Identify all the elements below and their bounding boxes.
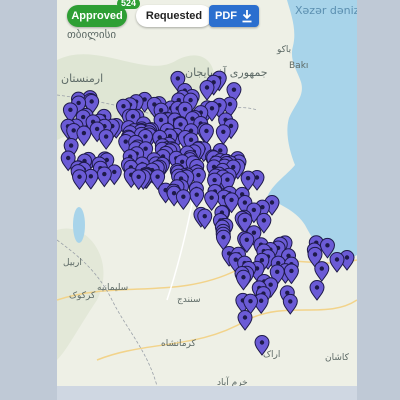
approved-label: Approved bbox=[71, 10, 123, 22]
pdf-download-button[interactable]: PDF bbox=[209, 5, 259, 27]
marker-dot bbox=[182, 106, 188, 112]
lake bbox=[73, 207, 85, 243]
phone-screen: Xəzər dənizi თბილისი ارمنستان جمهوری آذر… bbox=[57, 0, 357, 386]
marker-dot bbox=[231, 87, 237, 92]
marker-dot bbox=[269, 200, 275, 205]
marker-dot bbox=[121, 104, 126, 109]
marker-dot bbox=[288, 299, 293, 304]
marker-dot bbox=[334, 257, 340, 262]
sea-label: Xəzər dənizi bbox=[295, 4, 357, 17]
marker-dot bbox=[181, 194, 186, 199]
marker-dot bbox=[178, 122, 183, 127]
marker-dot bbox=[77, 174, 82, 179]
marker-dot bbox=[258, 298, 264, 303]
marker-dot bbox=[171, 190, 177, 196]
marker-dot bbox=[143, 146, 148, 151]
marker-dot bbox=[225, 177, 230, 182]
marker-dot bbox=[259, 340, 265, 345]
city-label-kashan: کاشان bbox=[325, 353, 350, 363]
marker-dot bbox=[68, 143, 74, 148]
marker-dot bbox=[88, 174, 94, 179]
marker-dot bbox=[94, 126, 100, 132]
marker-dot bbox=[241, 275, 246, 280]
marker-dot bbox=[80, 114, 86, 120]
marker-dot bbox=[158, 117, 164, 123]
marker-dot bbox=[218, 148, 223, 153]
marker-dot bbox=[112, 169, 117, 175]
marker-dot bbox=[289, 268, 294, 274]
marker-dot bbox=[325, 243, 330, 248]
marker-dot bbox=[251, 207, 257, 213]
marker-dot bbox=[68, 107, 73, 113]
marker-dot bbox=[194, 192, 199, 197]
marker-dot bbox=[344, 255, 350, 260]
marker-dot bbox=[314, 285, 320, 290]
marker-dot bbox=[251, 230, 257, 235]
marker-dot bbox=[65, 155, 71, 161]
marker-dot bbox=[188, 137, 194, 143]
marker-dot bbox=[268, 282, 273, 287]
marker-dot bbox=[71, 128, 76, 133]
pdf-label: PDF bbox=[215, 10, 237, 22]
marker-dot bbox=[196, 172, 201, 178]
marker-dot bbox=[158, 107, 164, 113]
marker-dot bbox=[242, 315, 248, 320]
city-label-erbil: اربیل bbox=[63, 258, 82, 268]
country-label-armenia: ارمنستان bbox=[61, 72, 103, 85]
download-icon bbox=[242, 10, 252, 23]
approved-filter-button[interactable]: Approved 524 bbox=[67, 0, 141, 27]
marker-dot bbox=[130, 114, 136, 119]
city-label-baku-latin: Bakı bbox=[289, 61, 308, 71]
marker-dot bbox=[319, 266, 324, 271]
marker-dot bbox=[248, 298, 253, 304]
marker-dot bbox=[312, 252, 318, 257]
marker-dot bbox=[103, 134, 109, 139]
marker-dot bbox=[76, 100, 81, 106]
marker-dot bbox=[245, 175, 251, 181]
marker-dot bbox=[227, 101, 233, 107]
marker-dot bbox=[229, 197, 234, 203]
marker-dot bbox=[221, 129, 226, 134]
marker-dot bbox=[275, 269, 280, 275]
marker-dot bbox=[102, 171, 107, 177]
marker-dot bbox=[89, 99, 94, 104]
marker-dot bbox=[175, 76, 181, 81]
city-label-sanandaj: سنندج bbox=[177, 295, 201, 305]
marker-dot bbox=[261, 218, 267, 223]
city-label-sulaymaniyah: سلیمانیه bbox=[97, 283, 128, 293]
marker-dot bbox=[143, 134, 148, 139]
marker-dot bbox=[204, 128, 209, 134]
marker-dot bbox=[209, 106, 215, 111]
screen-bottom-edge bbox=[57, 386, 357, 400]
marker-dot bbox=[228, 123, 234, 129]
marker-dot bbox=[204, 85, 210, 90]
city-label-kermanshah: کرمانشاه bbox=[161, 339, 197, 349]
marker-dot bbox=[179, 159, 185, 164]
city-label-tbilisi: თბილისი bbox=[67, 28, 116, 41]
requested-filter-button[interactable]: Requested bbox=[136, 5, 212, 27]
marker-dot bbox=[221, 235, 226, 240]
marker-dot bbox=[136, 174, 141, 180]
approved-count-badge: 524 bbox=[117, 0, 141, 9]
city-label-kirkuk: کرکوک bbox=[69, 290, 96, 301]
marker-dot bbox=[81, 130, 87, 136]
marker-dot bbox=[188, 97, 193, 103]
map-view[interactable]: Xəzər dənizi თბილისი ارمنستان جمهوری آذر… bbox=[57, 0, 357, 386]
marker-dot bbox=[233, 257, 238, 262]
city-label-khorramabad: خرم آباد bbox=[217, 376, 248, 386]
marker-dot bbox=[212, 177, 217, 183]
marker-dot bbox=[209, 195, 214, 200]
marker-dot bbox=[242, 200, 248, 205]
city-label-baku: باكو bbox=[276, 45, 291, 55]
marker-dot bbox=[202, 213, 207, 219]
marker-dot bbox=[155, 174, 160, 179]
marker-dot bbox=[242, 217, 248, 223]
marker-dot bbox=[123, 139, 128, 144]
marker-dot bbox=[244, 237, 249, 242]
